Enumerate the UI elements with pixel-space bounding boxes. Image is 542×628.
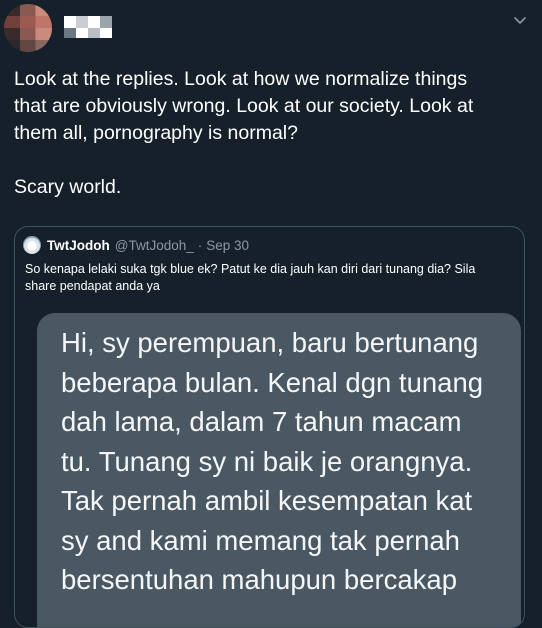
avatar[interactable] xyxy=(4,4,52,52)
message-bubble: Hi, sy perempuan, baru bertunang beberap… xyxy=(37,313,521,627)
quoted-author-name[interactable]: TwtJodoh xyxy=(47,238,110,253)
quoted-date[interactable]: Sep 30 xyxy=(206,238,249,253)
separator-dot: · xyxy=(197,237,203,253)
quoted-image[interactable]: Hi, sy perempuan, baru bertunang beberap… xyxy=(15,305,524,627)
tweet: Look at the replies. Look at how we norm… xyxy=(0,0,542,628)
message-text: Hi, sy perempuan, baru bertunang beberap… xyxy=(61,323,524,600)
quoted-text-line: So kenapa lelaki suka tgk blue ek? Patut… xyxy=(25,262,476,276)
tweet-text: Look at the replies. Look at how we norm… xyxy=(14,66,528,201)
quoted-text-line: share pendapat anda ya xyxy=(25,279,160,293)
quoted-tweet-header: TwtJodoh @TwtJodoh_ · Sep 30 xyxy=(23,235,249,255)
quoted-author-handle[interactable]: @TwtJodoh_ xyxy=(115,238,194,253)
tweet-header xyxy=(0,0,542,58)
tweet-text-closing: Scary world. xyxy=(14,176,122,198)
tweet-text-line: that are obviously wrong. Look at our so… xyxy=(14,95,474,117)
message-line: dah lama, dalam 7 tahun macam xyxy=(61,406,462,437)
quoted-tweet[interactable]: TwtJodoh @TwtJodoh_ · Sep 30 So kenapa l… xyxy=(14,226,525,628)
message-line: Tak pernah ambil kesempatan kat xyxy=(61,485,473,516)
message-line: beberapa bulan. Kenal dgn tunang xyxy=(61,366,484,398)
message-line: tu. Tunang sy ni baik je orangnya. xyxy=(61,445,473,477)
tweet-text-line: them all, pornography is normal? xyxy=(14,122,298,144)
message-line: bersentuhan mahupun bercakap xyxy=(61,564,457,595)
tweet-text-line: Look at the replies. Look at how we norm… xyxy=(14,68,468,90)
author-name-redacted[interactable] xyxy=(64,14,120,40)
quoted-text: So kenapa lelaki suka tgk blue ek? Patut… xyxy=(25,261,515,295)
quoted-avatar[interactable] xyxy=(23,236,41,254)
message-line: Hi, sy perempuan, baru bertunang xyxy=(61,327,479,358)
message-line: sy and kami memang tak pernah xyxy=(61,524,460,556)
chevron-down-icon[interactable] xyxy=(512,12,528,28)
